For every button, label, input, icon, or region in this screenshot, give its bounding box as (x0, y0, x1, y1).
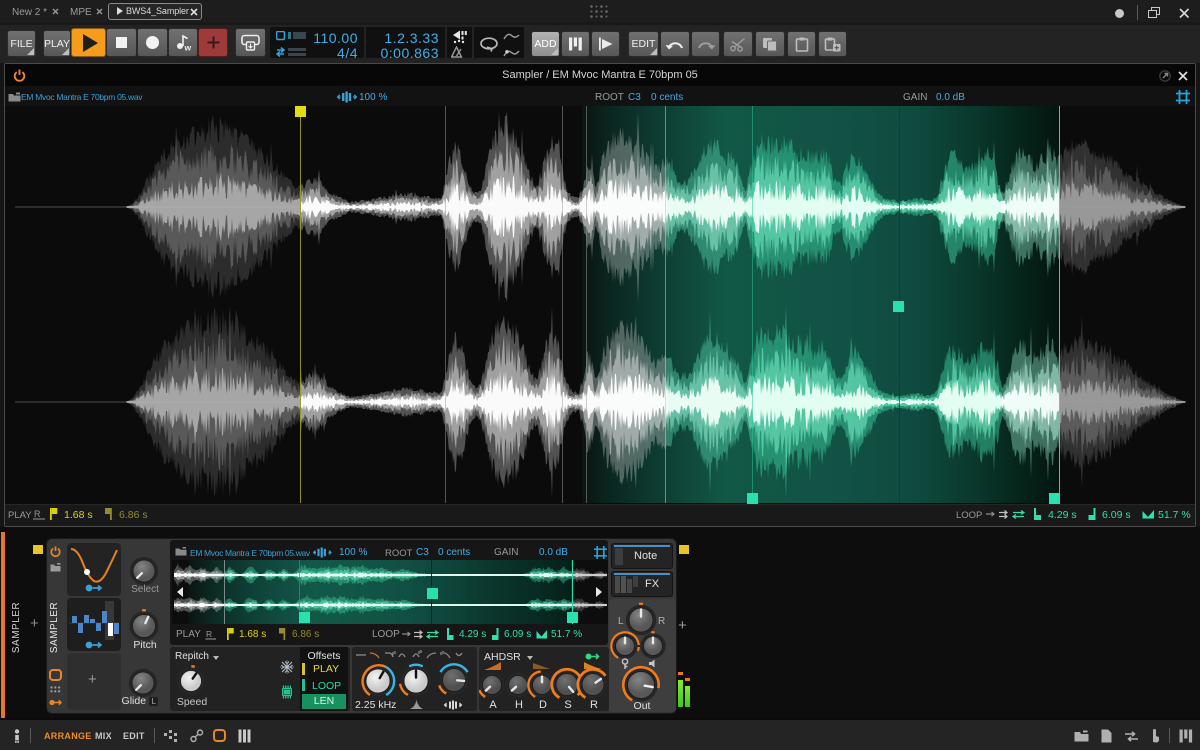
svg-text:R: R (34, 509, 41, 519)
svg-text:w: w (183, 43, 191, 52)
svg-text:R: R (206, 629, 212, 639)
